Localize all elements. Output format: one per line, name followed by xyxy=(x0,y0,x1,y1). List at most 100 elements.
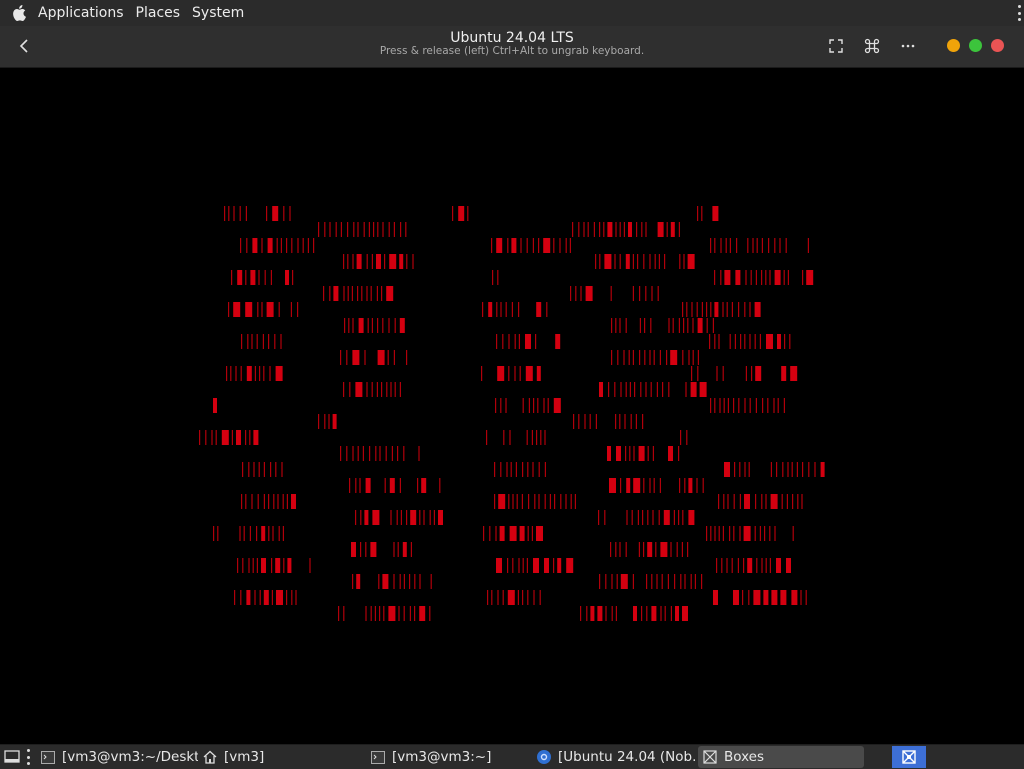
glyph-bar xyxy=(307,238,309,253)
glyph-bar xyxy=(748,590,750,605)
show-desktop-icon[interactable] xyxy=(4,749,20,765)
glyph-bar xyxy=(496,558,502,573)
glyph-bar xyxy=(610,286,612,301)
vm-display[interactable] xyxy=(0,68,1024,744)
glyph-bar xyxy=(683,254,685,269)
glyph-bar xyxy=(538,462,540,477)
glyph-bar xyxy=(736,238,738,253)
task-browser-ubuntu[interactable]: [Ubuntu 24.04 (Nob... xyxy=(532,746,696,768)
minimize-button[interactable] xyxy=(947,39,960,52)
task-terminal-home[interactable]: [vm3@vm3:~] xyxy=(366,746,526,768)
glyph-bar xyxy=(499,526,505,541)
glyph-bar xyxy=(639,286,641,301)
glyph-bar xyxy=(410,510,417,525)
fullscreen-button[interactable] xyxy=(825,36,847,56)
glyph-bar xyxy=(275,558,281,573)
glyph-bar xyxy=(234,590,236,605)
glyph-bar xyxy=(509,430,511,445)
glyph-bar xyxy=(649,350,651,365)
glyph-bar xyxy=(652,446,654,461)
glyph-bar xyxy=(496,334,498,349)
glyph-bar xyxy=(516,494,518,509)
glyph-bar xyxy=(370,542,377,557)
glyph-bar xyxy=(573,414,575,429)
glyph-bar xyxy=(599,222,601,237)
panel-menu-icon[interactable] xyxy=(1017,5,1021,21)
glyph-bar xyxy=(369,446,371,461)
glyph-bar xyxy=(615,414,617,429)
glyph-bar xyxy=(734,462,736,477)
glyph-bar xyxy=(270,270,272,285)
glyph-bar xyxy=(724,270,731,285)
glyph-bar xyxy=(259,366,261,381)
glyph-bar xyxy=(555,334,561,349)
glyph-bar xyxy=(787,270,789,285)
glyph-bar xyxy=(626,478,631,493)
task-boxes[interactable]: Boxes xyxy=(698,746,864,768)
glyph-bar xyxy=(506,462,508,477)
glyph-bar xyxy=(217,526,219,541)
glyph-bar xyxy=(403,606,405,621)
menu-system[interactable]: System xyxy=(186,5,250,21)
more-menu-button[interactable] xyxy=(897,36,919,56)
glyph-bar xyxy=(510,462,512,477)
glyph-bar xyxy=(514,334,516,349)
task-terminal-desktop[interactable]: [vm3@vm3:~/Deskt... xyxy=(36,746,198,768)
glyph-bar xyxy=(670,222,675,237)
send-keys-button[interactable] xyxy=(861,36,883,56)
glyph-bar xyxy=(723,398,725,413)
glyph-bar xyxy=(402,542,407,557)
glyph-bar xyxy=(611,574,613,589)
glyph-bar xyxy=(668,318,670,333)
glyph-bar xyxy=(553,558,555,573)
glyph-bar xyxy=(644,318,646,333)
glyph-bar xyxy=(570,286,572,301)
glyph-bar xyxy=(645,222,647,237)
glyph-bar xyxy=(386,382,388,397)
glyph-bar xyxy=(578,222,580,237)
glyph-bar xyxy=(256,526,258,541)
apple-logo-icon[interactable] xyxy=(12,5,26,21)
glyph-bar xyxy=(664,606,666,621)
menu-places[interactable]: Places xyxy=(130,5,187,21)
menu-applications[interactable]: Applications xyxy=(32,5,130,21)
glyph-bar xyxy=(256,334,258,349)
maximize-button[interactable] xyxy=(969,39,982,52)
glyph-bar xyxy=(245,270,247,285)
glyph-bar xyxy=(496,238,503,253)
glyph-bar xyxy=(245,430,247,445)
glyph-bar xyxy=(494,494,496,509)
glyph-bar xyxy=(682,302,684,317)
glyph-bar xyxy=(414,606,416,621)
panel-grip-icon[interactable] xyxy=(26,749,30,765)
glyph-bar xyxy=(239,206,241,221)
glyph-bar xyxy=(419,510,421,525)
glyph-bar xyxy=(374,606,376,621)
glyph-bar xyxy=(521,494,523,509)
close-button[interactable] xyxy=(991,39,1004,52)
glyph-bar xyxy=(417,478,419,493)
glyph-bar xyxy=(399,478,401,493)
glyph-bar xyxy=(240,590,242,605)
glyph-bar xyxy=(278,302,280,317)
glyph-bar xyxy=(716,558,718,573)
more-horizontal-icon xyxy=(901,44,915,48)
glyph-bar xyxy=(792,494,794,509)
tray-boxes-icon[interactable] xyxy=(892,746,926,768)
glyph-bar xyxy=(769,526,771,541)
glyph-bar xyxy=(371,382,373,397)
glyph-bar xyxy=(292,270,294,285)
glyph-bar xyxy=(429,606,431,621)
glyph-bar xyxy=(625,446,627,461)
glyph-bar xyxy=(647,510,649,525)
glyph-bar xyxy=(370,606,372,621)
glyph-bar xyxy=(267,238,273,253)
task-home-folder[interactable]: [vm3] xyxy=(198,746,358,768)
glyph-bar xyxy=(710,398,712,413)
glyph-bar xyxy=(211,430,213,445)
glyph-bar xyxy=(237,558,239,573)
glyph-bar xyxy=(213,398,217,413)
glyph-bar xyxy=(352,350,360,365)
glyph-bar xyxy=(637,510,639,525)
glyph-bar xyxy=(744,494,750,509)
